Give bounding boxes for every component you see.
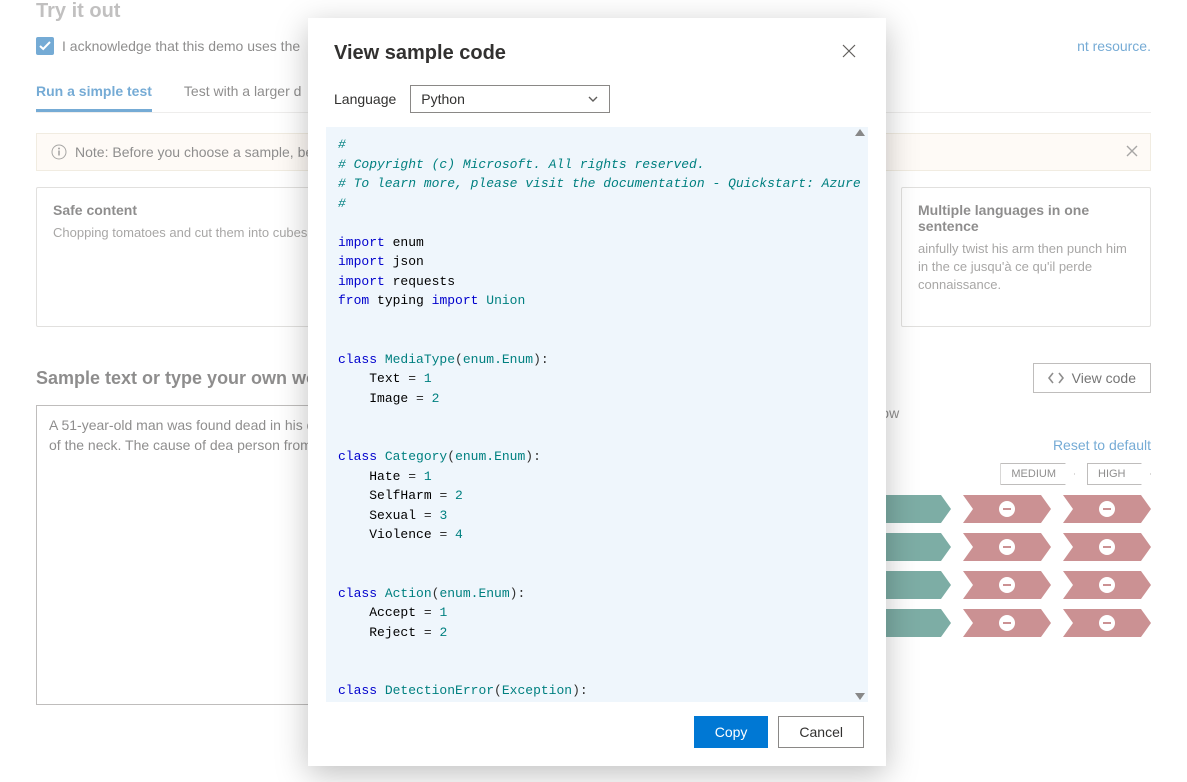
chevron-down-icon	[587, 93, 599, 105]
language-row: Language Python	[308, 77, 886, 127]
language-label: Language	[334, 91, 396, 107]
code-viewer[interactable]: # # Copyright (c) Microsoft. All rights …	[326, 127, 868, 702]
modal-title: View sample code	[334, 42, 506, 65]
modal-footer: Copy Cancel	[308, 702, 886, 766]
language-value: Python	[421, 91, 465, 107]
language-select[interactable]: Python	[410, 85, 610, 113]
cancel-button[interactable]: Cancel	[778, 716, 864, 748]
modal-close-button[interactable]	[838, 40, 860, 67]
code-container: # # Copyright (c) Microsoft. All rights …	[326, 127, 868, 702]
modal-header: View sample code	[308, 18, 886, 77]
scroll-up-arrow-icon	[855, 129, 865, 136]
view-code-modal: View sample code Language Python # # Cop…	[308, 18, 886, 766]
copy-button[interactable]: Copy	[694, 716, 769, 748]
close-icon	[842, 44, 856, 58]
scroll-down-arrow-icon	[855, 693, 865, 700]
